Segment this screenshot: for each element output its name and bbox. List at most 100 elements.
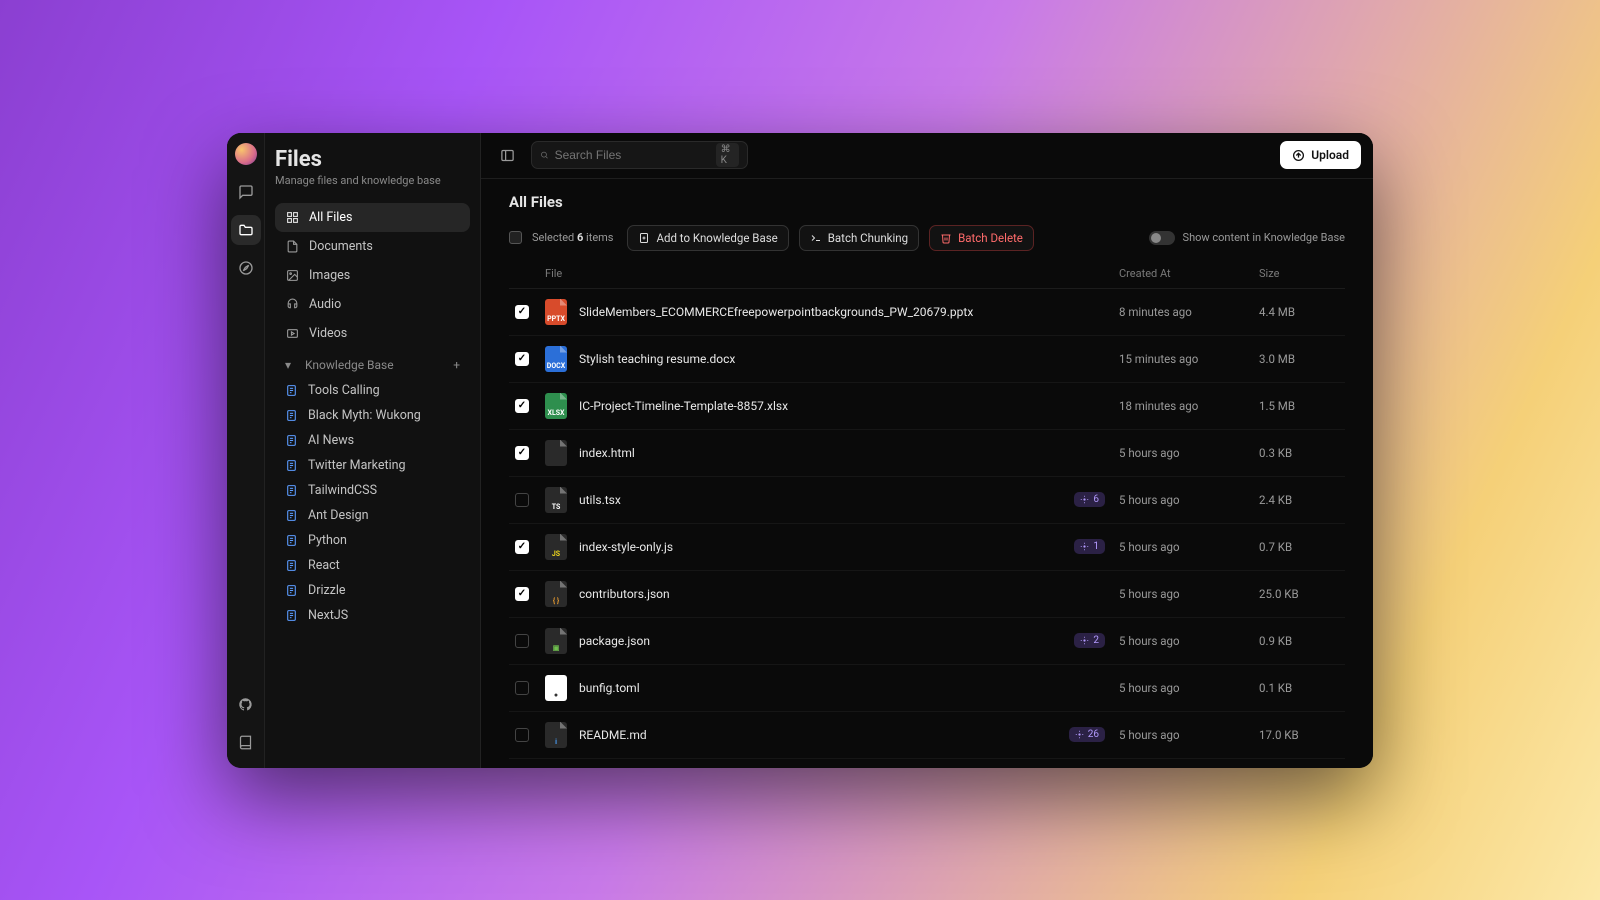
kb-item[interactable]: Black Myth: Wukong <box>275 403 470 428</box>
sidebar-filter-audio[interactable]: Audio <box>275 290 470 319</box>
file-size: 1.5 MB <box>1259 399 1339 413</box>
batch-chunking-button[interactable]: Batch Chunking <box>799 225 919 251</box>
file-type-icon: ● <box>545 675 567 701</box>
file-row[interactable]: ● bunfig.toml 5 hours ago0.1 KB <box>509 665 1345 712</box>
row-checkbox[interactable] <box>515 681 529 695</box>
row-checkbox[interactable] <box>515 587 529 601</box>
upload-icon <box>1292 149 1305 162</box>
doc-icon <box>285 559 298 572</box>
file-size: 4.4 MB <box>1259 305 1339 319</box>
file-name: index.html <box>579 446 635 460</box>
col-header-created[interactable]: Created At <box>1119 267 1259 280</box>
collapse-sidebar-icon[interactable] <box>493 141 521 169</box>
file-row[interactable]: PPTXSlideMembers_ECOMMERCEfreepowerpoint… <box>509 289 1345 336</box>
file-name: contributors.json <box>579 587 670 601</box>
kb-item[interactable]: NextJS <box>275 603 470 628</box>
file-size: 0.9 KB <box>1259 634 1339 648</box>
status-badge: 26 <box>1069 727 1105 742</box>
file-created: 15 minutes ago <box>1119 352 1259 366</box>
kb-item[interactable]: React <box>275 553 470 578</box>
file-row[interactable]: pyapi.py5 hours ago1.8 KB <box>509 759 1345 768</box>
row-checkbox[interactable] <box>515 728 529 742</box>
doc-icon <box>285 509 298 522</box>
file-size: 2.4 KB <box>1259 493 1339 507</box>
col-header-file[interactable]: File <box>545 267 1069 280</box>
avatar[interactable] <box>235 143 257 165</box>
file-created: 5 hours ago <box>1119 446 1259 460</box>
files-table: File Created At Size PPTXSlideMembers_EC… <box>509 259 1345 768</box>
file-created: 5 hours ago <box>1119 728 1259 742</box>
row-checkbox[interactable] <box>515 399 529 413</box>
file-type-icon: ▣ <box>545 628 567 654</box>
add-kb-icon[interactable]: + <box>453 358 460 372</box>
file-size: 17.0 KB <box>1259 728 1339 742</box>
sidebar-filter-all-files[interactable]: All Files <box>275 203 470 232</box>
file-name: bunfig.toml <box>579 681 640 695</box>
files-icon[interactable] <box>231 215 261 245</box>
chunk-icon <box>810 232 822 244</box>
file-row[interactable]: ▣package.json25 hours ago0.9 KB <box>509 618 1345 665</box>
doc-icon <box>285 584 298 597</box>
doc-icon <box>285 609 298 622</box>
file-row[interactable]: TS utils.tsx 6 5 hours ago2.4 KB <box>509 477 1345 524</box>
selected-count: Selected 6 items <box>532 231 613 244</box>
kb-item[interactable]: Drizzle <box>275 578 470 603</box>
select-all-checkbox[interactable] <box>509 231 522 244</box>
sidebar-filter-documents[interactable]: Documents <box>275 232 470 261</box>
file-name: index-style-only.js <box>579 540 673 554</box>
row-checkbox[interactable] <box>515 305 529 319</box>
doc-icon <box>285 409 298 422</box>
file-size: 0.3 KB <box>1259 446 1339 460</box>
file-name: README.md <box>579 728 647 742</box>
file-type-icon: TS <box>545 487 567 513</box>
kb-item[interactable]: AI News <box>275 428 470 453</box>
kb-item[interactable]: Twitter Marketing <box>275 453 470 478</box>
file-name: utils.tsx <box>579 493 621 507</box>
search-input[interactable]: ⌘ K <box>531 141 748 169</box>
file-created: 5 hours ago <box>1119 493 1259 507</box>
file-row[interactable]: iREADME.md265 hours ago17.0 KB <box>509 712 1345 759</box>
upload-button[interactable]: Upload <box>1280 141 1361 169</box>
search-shortcut: ⌘ K <box>716 143 739 167</box>
status-badge: 1 <box>1074 539 1105 554</box>
book-icon[interactable] <box>231 728 261 758</box>
file-row[interactable]: DOCXStylish teaching resume.docx15 minut… <box>509 336 1345 383</box>
add-to-kb-button[interactable]: Add to Knowledge Base <box>627 225 788 251</box>
batch-delete-button[interactable]: Batch Delete <box>929 225 1034 251</box>
file-created: 18 minutes ago <box>1119 399 1259 413</box>
file-row[interactable]: { }contributors.json5 hours ago25.0 KB <box>509 571 1345 618</box>
video-icon <box>285 326 299 340</box>
kb-item[interactable]: TailwindCSS <box>275 478 470 503</box>
status-badge: 6 <box>1074 492 1105 507</box>
image-icon <box>285 268 299 282</box>
kb-item[interactable]: Ant Design <box>275 503 470 528</box>
file-name: Stylish teaching resume.docx <box>579 352 735 366</box>
row-checkbox[interactable] <box>515 352 529 366</box>
discover-icon[interactable] <box>231 253 261 283</box>
file-created: 5 hours ago <box>1119 681 1259 695</box>
row-checkbox[interactable] <box>515 446 529 460</box>
file-name: SlideMembers_ECOMMERCEfreepowerpointback… <box>579 305 973 319</box>
content-area: All Files Selected 6 items Add to Knowle… <box>481 179 1373 768</box>
github-icon[interactable] <box>231 690 261 720</box>
file-row[interactable]: XLSXIC-Project-Timeline-Template-8857.xl… <box>509 383 1345 430</box>
row-checkbox[interactable] <box>515 634 529 648</box>
row-checkbox[interactable] <box>515 493 529 507</box>
kb-item[interactable]: Python <box>275 528 470 553</box>
sidebar-filter-images[interactable]: Images <box>275 261 470 290</box>
kb-section-header[interactable]: ▾ Knowledge Base + <box>275 348 470 378</box>
file-type-icon <box>545 440 567 466</box>
toolbar: ⌘ K Upload <box>481 133 1373 179</box>
file-row[interactable]: index.html 5 hours ago0.3 KB <box>509 430 1345 477</box>
trash-icon <box>940 232 952 244</box>
col-header-size[interactable]: Size <box>1259 267 1339 280</box>
kb-content-toggle[interactable] <box>1149 231 1175 245</box>
file-row[interactable]: JSindex-style-only.js15 hours ago0.7 KB <box>509 524 1345 571</box>
row-checkbox[interactable] <box>515 540 529 554</box>
chat-icon[interactable] <box>231 177 261 207</box>
file-size: 0.1 KB <box>1259 681 1339 695</box>
kb-item[interactable]: Tools Calling <box>275 378 470 403</box>
doc-icon <box>285 434 298 447</box>
file-name: IC-Project-Timeline-Template-8857.xlsx <box>579 399 788 413</box>
sidebar-filter-videos[interactable]: Videos <box>275 319 470 348</box>
